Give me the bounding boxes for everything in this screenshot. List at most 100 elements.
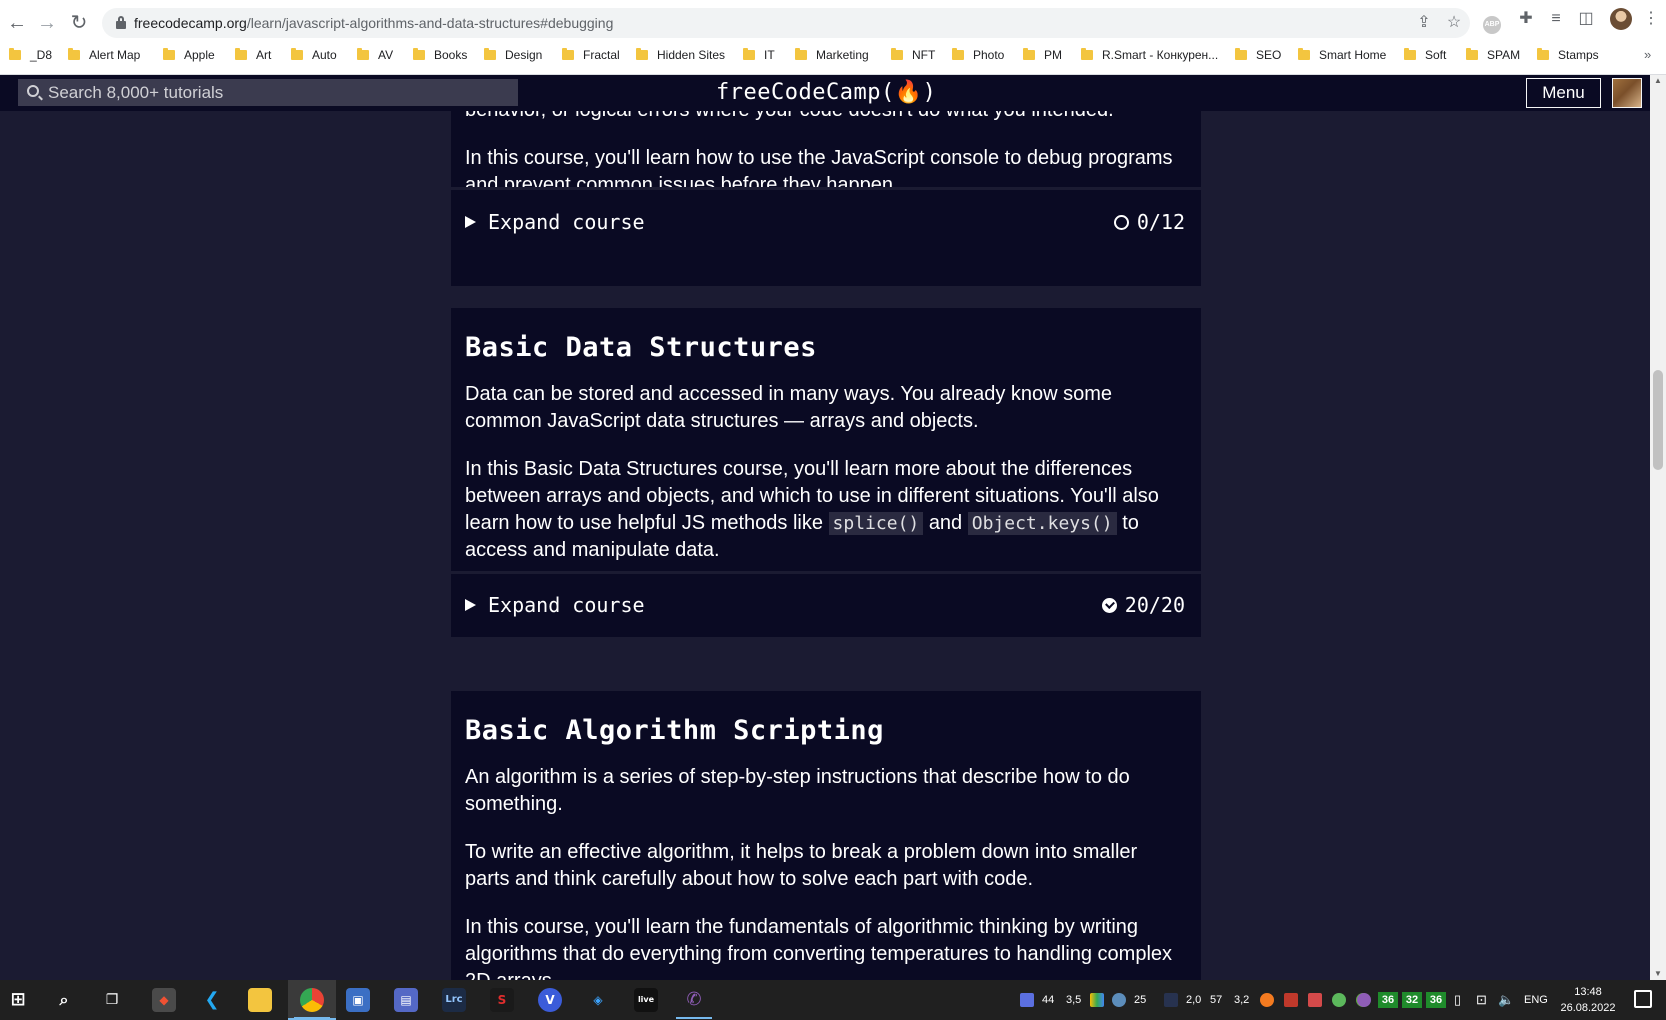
site-logo[interactable]: freeCodeCamp(🔥) [716,75,936,111]
bookmark-item[interactable]: Art [235,43,271,67]
clock-date: 26.08.2022 [1560,1002,1616,1014]
volume-icon[interactable]: 🔈 [1498,980,1514,1020]
url-text[interactable]: freecodecamp.org/learn/javascript-algori… [134,8,613,38]
adblock-icon[interactable]: ABP [1483,16,1501,34]
search-input[interactable]: Search 8,000+ tutorials [18,79,518,106]
folder-icon [1235,48,1247,60]
windows-start-icon[interactable]: ⊞ [6,988,30,1012]
network-app-icon[interactable]: ▤ [394,988,418,1012]
bookmark-item[interactable]: Auto [291,43,337,67]
battery-icon[interactable]: ▯ [1454,980,1461,1020]
extensions-icon[interactable]: ✚ [1515,8,1537,30]
course-progress: 0/12 [1113,190,1185,254]
bookmark-item[interactable]: Apple [163,43,215,67]
running-indicator [676,1017,712,1019]
bookmark-item[interactable]: Smart Home [1298,43,1386,67]
bookmark-item[interactable]: SPAM [1466,43,1520,67]
profile-avatar-icon[interactable] [1610,8,1632,30]
bookmark-item[interactable]: Stamps [1537,43,1599,67]
scroll-down-icon[interactable]: ▼ [1650,968,1666,980]
scroll-up-icon[interactable]: ▲ [1650,75,1666,87]
course-card-basic-data-structures: Basic Data Structures Data can be stored… [451,308,1201,637]
menu-button[interactable]: Menu [1526,78,1601,108]
scroll-thumb[interactable] [1653,370,1663,470]
drive-icon[interactable] [1090,993,1104,1007]
reload-icon[interactable]: ↻ [66,10,92,36]
bookmark-item[interactable]: _D8 [9,43,52,67]
clock[interactable]: 13:48 26.08.2022 [1556,984,1620,1016]
bookmark-item[interactable]: Alert Map [68,43,140,67]
git-app-icon[interactable]: ◆ [152,988,176,1012]
lightroom-app-icon[interactable]: Lrc [442,988,466,1012]
bookmark-item[interactable]: R.Smart - Конкурен... [1081,43,1218,67]
expand-course-row[interactable]: Expand course 20/20 [451,571,1201,637]
course-paragraph: Data can be stored and accessed in many … [465,383,1113,432]
bookmark-item[interactable]: SEO [1235,43,1281,67]
forward-icon[interactable]: → [34,10,60,36]
running-indicator [294,1017,330,1019]
viber-tray-icon[interactable] [1357,993,1371,1007]
expand-course-button[interactable]: Expand course [465,574,645,636]
live-app-icon[interactable]: live [634,988,658,1012]
bookmark-item[interactable]: AV [357,43,393,67]
v-app-icon[interactable]: V [538,988,562,1012]
kodi-app-icon[interactable]: ◈ [586,988,610,1012]
expand-course-row[interactable]: Expand course 0/12 [451,187,1201,255]
save-disk-app-icon[interactable]: ▣ [346,988,370,1012]
bookmark-item[interactable]: Photo [952,43,1004,67]
course-title: Basic Data Structures [465,332,817,363]
tray-app-icon[interactable] [1020,993,1034,1007]
course-description: Basic Data Structures Data can be stored… [451,308,1201,564]
bookmark-item[interactable]: Hidden Sites [636,43,725,67]
search-placeholder: Search 8,000+ tutorials [48,83,224,102]
course-paragraph: To write an effective algorithm, it help… [465,841,1138,890]
bookmark-item[interactable]: Design [484,43,542,67]
folder-icon [1081,48,1093,60]
folder-icon [9,48,21,60]
check-circle-icon [1101,598,1117,613]
share-icon[interactable]: ⇪ [1414,13,1434,33]
tray-app-icon[interactable] [1164,993,1178,1007]
temperature-badge: 36 [1378,992,1398,1008]
bookmark-item[interactable]: PM [1023,43,1062,67]
file-explorer-icon[interactable] [248,988,272,1012]
reading-list-icon[interactable]: ≡ [1545,8,1567,30]
tray-app-icon[interactable] [1284,993,1298,1007]
tray-app-icon[interactable] [1332,993,1346,1007]
bookmark-item[interactable]: Books [413,43,467,67]
s-app-icon[interactable]: S [490,988,514,1012]
bookmark-item[interactable]: NFT [891,43,935,67]
bookmark-item[interactable]: Marketing [795,43,869,67]
bookmarks-overflow-icon[interactable]: » [1644,43,1651,67]
back-icon[interactable]: ← [4,10,30,36]
task-view-icon[interactable]: ❐ [100,988,124,1012]
vscode-app-icon[interactable]: ❮ [200,988,224,1012]
chrome-app-icon[interactable] [300,988,324,1012]
user-avatar[interactable] [1612,78,1642,108]
expand-course-button[interactable]: Expand course [465,190,645,254]
course-description: behavior, or logical errors where your c… [451,111,1201,199]
address-bar[interactable]: freecodecamp.org/learn/javascript-algori… [102,8,1470,38]
folder-icon [235,48,247,60]
weather-icon[interactable] [1112,993,1126,1007]
bookmark-item[interactable]: Soft [1404,43,1446,67]
viber-app-icon[interactable]: ✆ [682,988,706,1012]
side-panel-icon[interactable]: ◫ [1575,8,1597,30]
language-indicator[interactable]: ENG [1524,980,1548,1020]
search-icon[interactable]: ⌕ [52,988,76,1012]
folder-icon [1298,48,1310,60]
bookmark-star-icon[interactable]: ☆ [1444,13,1464,33]
course-paragraph: In this Basic Data Structures course, yo… [465,458,1159,561]
folder-icon [413,48,425,60]
folder-icon [891,48,903,60]
bookmark-item[interactable]: IT [743,43,775,67]
network-icon[interactable]: ⊡ [1476,980,1487,1020]
more-menu-icon[interactable]: ⋮ [1640,8,1662,30]
tray-value: 44 [1042,994,1055,1006]
bookmark-item[interactable]: Fractal [562,43,620,67]
tray-app-icon[interactable] [1308,993,1322,1007]
tray-app-icon[interactable] [1260,993,1274,1007]
tray-value: 57 [1210,994,1223,1006]
notification-icon[interactable] [1634,990,1652,1008]
page-scrollbar[interactable]: ▲ ▼ [1650,75,1666,980]
